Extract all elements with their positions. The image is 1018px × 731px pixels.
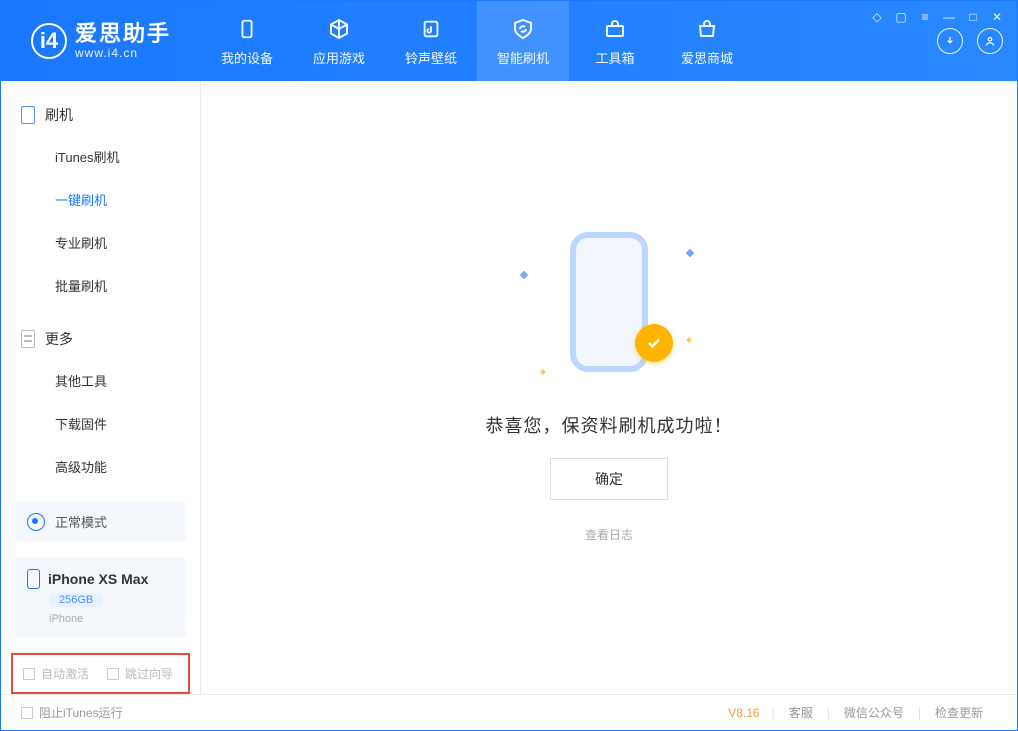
tab-apps-games[interactable]: 应用游戏 xyxy=(293,1,385,81)
group-label: 更多 xyxy=(45,329,73,349)
feedback-icon[interactable]: ▢ xyxy=(894,10,908,24)
tab-ringtone-wallpaper[interactable]: 铃声壁纸 xyxy=(385,1,477,81)
device-card[interactable]: iPhone XS Max 256GB iPhone xyxy=(15,557,186,637)
sidebar-item-itunes-flash[interactable]: iTunes刷机 xyxy=(1,135,200,178)
shield-refresh-icon xyxy=(510,16,536,42)
sidebar-item-batch-flash[interactable]: 批量刷机 xyxy=(1,264,200,307)
cube-icon xyxy=(326,16,352,42)
phone-outline-icon xyxy=(21,106,35,124)
device-name-label: iPhone XS Max xyxy=(48,571,148,587)
mode-label: 正常模式 xyxy=(55,512,107,531)
checkbox-icon xyxy=(21,707,33,719)
checkbox-label: 跳过向导 xyxy=(125,665,173,682)
main-content: 恭喜您，保资料刷机成功啦！ 确定 查看日志 xyxy=(201,81,1017,694)
sidebar-group-flash: 刷机 xyxy=(1,101,200,135)
window-mini-controls: ◇ ▢ ≡ ― □ ✕ xyxy=(870,10,1004,24)
spark-icon xyxy=(520,271,528,279)
sidebar-item-oneclick-flash[interactable]: 一键刷机 xyxy=(1,178,200,221)
spark-icon xyxy=(686,337,692,343)
download-icon[interactable] xyxy=(937,28,963,54)
footer: 阻止iTunes运行 V8.16 | 客服 | 微信公众号 | 检查更新 xyxy=(1,694,1017,730)
list-icon xyxy=(21,330,35,348)
sidebar: 刷机 iTunes刷机 一键刷机 专业刷机 批量刷机 更多 其他工具 下载固件 … xyxy=(1,81,201,694)
music-note-icon xyxy=(418,16,444,42)
group-label: 刷机 xyxy=(45,105,73,125)
sidebar-item-pro-flash[interactable]: 专业刷机 xyxy=(1,221,200,264)
tab-toolbox[interactable]: 工具箱 xyxy=(569,1,661,81)
tab-my-device[interactable]: 我的设备 xyxy=(201,1,293,81)
mode-status-icon xyxy=(27,513,45,531)
store-icon xyxy=(694,16,720,42)
toolbox-icon xyxy=(602,16,628,42)
tab-store[interactable]: 爱思商城 xyxy=(661,1,753,81)
footer-link-check-update[interactable]: 检查更新 xyxy=(921,704,997,721)
checkbox-label: 自动激活 xyxy=(41,665,89,682)
device-phone-icon xyxy=(27,569,40,589)
titlebar-right xyxy=(937,28,1003,54)
sidebar-item-other-tools[interactable]: 其他工具 xyxy=(1,359,200,402)
app-window: ◇ ▢ ≡ ― □ ✕ i4 爱思助手 www.i4.cn 我的设备 应用游戏 xyxy=(0,0,1018,731)
version-label: V8.16 xyxy=(728,706,759,720)
device-storage-badge: 256GB xyxy=(49,593,103,607)
user-icon[interactable] xyxy=(977,28,1003,54)
view-log-link[interactable]: 查看日志 xyxy=(585,526,633,543)
phone-icon xyxy=(234,16,260,42)
tab-label: 我的设备 xyxy=(221,48,273,67)
success-illustration xyxy=(539,232,679,392)
logo-mark-icon: i4 xyxy=(31,23,67,59)
device-type-label: iPhone xyxy=(49,613,83,625)
tab-label: 爱思商城 xyxy=(681,48,733,67)
tab-label: 智能刷机 xyxy=(497,48,549,67)
spark-icon xyxy=(540,369,546,375)
sidebar-item-advanced[interactable]: 高级功能 xyxy=(1,445,200,488)
app-name: 爱思助手 xyxy=(75,22,171,46)
sidebar-item-download-firmware[interactable]: 下载固件 xyxy=(1,402,200,445)
spark-icon xyxy=(686,249,694,257)
checkbox-icon xyxy=(107,668,119,680)
checkbox-icon xyxy=(23,668,35,680)
menu-icon[interactable]: ≡ xyxy=(918,10,932,24)
checkbox-label: 阻止iTunes运行 xyxy=(39,704,123,721)
app-logo: i4 爱思助手 www.i4.cn xyxy=(31,22,171,60)
close-icon[interactable]: ✕ xyxy=(990,10,1004,24)
checkbox-block-itunes[interactable]: 阻止iTunes运行 xyxy=(21,704,123,721)
sidebar-group-more: 更多 xyxy=(1,325,200,359)
footer-link-customer-service[interactable]: 客服 xyxy=(775,704,827,721)
success-check-icon xyxy=(635,324,673,362)
titlebar: i4 爱思助手 www.i4.cn 我的设备 应用游戏 铃声壁纸 智能刷机 xyxy=(1,1,1017,81)
tab-label: 工具箱 xyxy=(596,48,635,67)
maximize-icon[interactable]: □ xyxy=(966,10,980,24)
minimize-icon[interactable]: ― xyxy=(942,10,956,24)
options-highlight-box: 自动激活 跳过向导 xyxy=(11,653,190,694)
tab-smart-flash[interactable]: 智能刷机 xyxy=(477,1,569,81)
checkbox-auto-activate[interactable]: 自动激活 xyxy=(23,665,89,682)
ok-button[interactable]: 确定 xyxy=(550,458,668,500)
checkbox-skip-guide[interactable]: 跳过向导 xyxy=(107,665,173,682)
success-message: 恭喜您，保资料刷机成功啦！ xyxy=(486,412,733,438)
footer-link-wechat[interactable]: 微信公众号 xyxy=(830,704,918,721)
main-tabs: 我的设备 应用游戏 铃声壁纸 智能刷机 工具箱 爱思商城 xyxy=(201,1,753,81)
app-domain: www.i4.cn xyxy=(75,46,171,60)
mode-card[interactable]: 正常模式 xyxy=(15,502,186,541)
body: 刷机 iTunes刷机 一键刷机 专业刷机 批量刷机 更多 其他工具 下载固件 … xyxy=(1,81,1017,694)
theme-icon[interactable]: ◇ xyxy=(870,10,884,24)
tab-label: 应用游戏 xyxy=(313,48,365,67)
tab-label: 铃声壁纸 xyxy=(405,48,457,67)
